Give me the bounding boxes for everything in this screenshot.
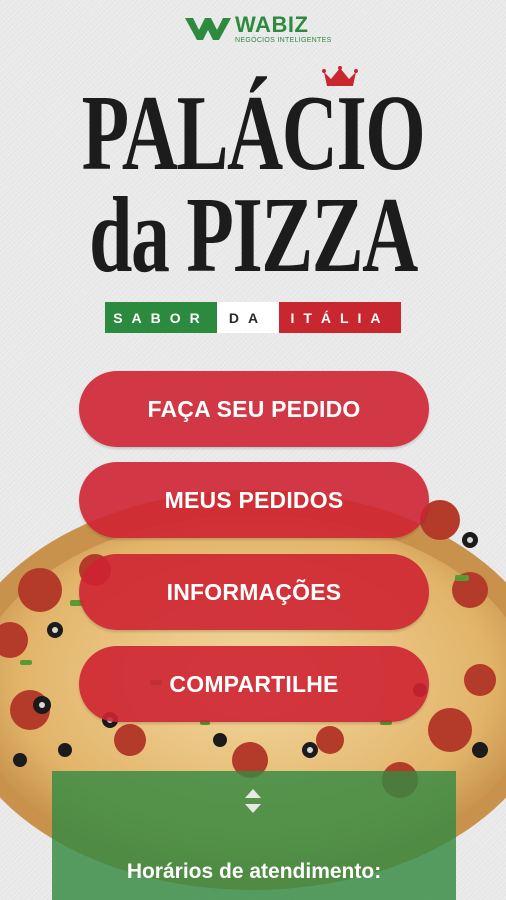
wabiz-mark-icon — [185, 18, 231, 40]
stripe-red-text: ITÁLIA — [279, 302, 401, 333]
hours-title: Horários de atendimento: — [126, 860, 382, 883]
stripe-white-text: DA — [217, 302, 279, 333]
logo-italian-stripe: SABOR DA ITÁLIA — [105, 302, 401, 333]
logo-title-line2: da PIZZA — [89, 176, 418, 295]
wabiz-tagline: NEGÓCIOS INTELIGENTES — [235, 37, 332, 44]
order-button[interactable]: FAÇA SEU PEDIDO — [79, 371, 429, 447]
logo-title-line1: PALÁCIO — [81, 74, 426, 193]
wabiz-name: WABIZ — [235, 12, 309, 37]
share-button[interactable]: COMPARTILHE — [79, 646, 429, 722]
stripe-green-text: SABOR — [105, 302, 217, 333]
up-down-arrows-icon[interactable] — [243, 787, 263, 815]
wabiz-logo: WABIZ NEGÓCIOS INTELIGENTES — [183, 12, 333, 48]
information-button[interactable]: INFORMAÇÕES — [79, 554, 429, 630]
my-orders-button[interactable]: MEUS PEDIDOS — [79, 462, 429, 538]
